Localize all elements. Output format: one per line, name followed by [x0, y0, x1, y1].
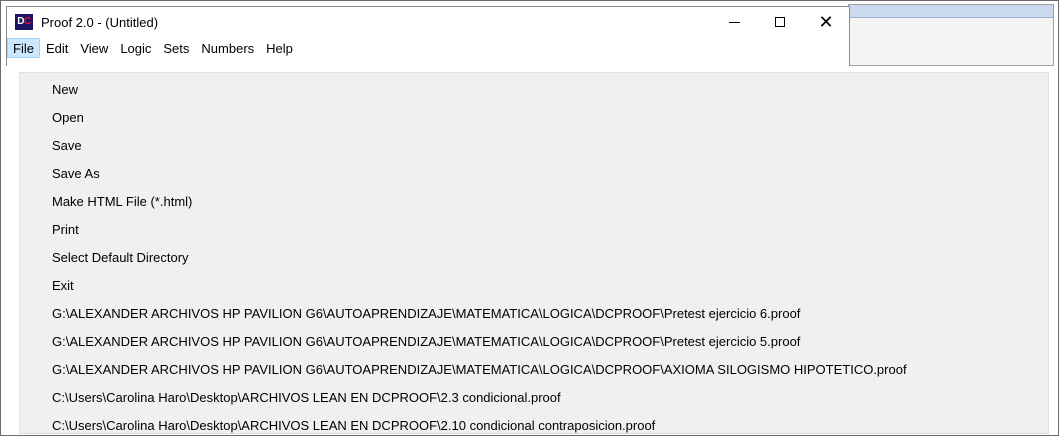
- menu-help[interactable]: Help: [260, 38, 299, 58]
- menu-item-save[interactable]: Save: [52, 131, 82, 159]
- app-window: DC Proof 2.0 - (Untitled) ✕ File Edit Vi…: [6, 6, 850, 66]
- close-button[interactable]: ✕: [803, 7, 849, 37]
- menu-numbers[interactable]: Numbers: [195, 38, 260, 58]
- maximize-icon: [775, 17, 785, 27]
- title-bar[interactable]: DC Proof 2.0 - (Untitled) ✕: [7, 7, 849, 37]
- menu-bar: File Edit View Logic Sets Numbers Help: [7, 37, 849, 59]
- app-icon-letter-d: D: [17, 16, 24, 27]
- menu-sets[interactable]: Sets: [157, 38, 195, 58]
- app-icon-letter-c: C: [24, 16, 31, 27]
- file-menu-dropdown: New Open Save Save As Make HTML File (*.…: [19, 72, 1049, 434]
- recent-file-2[interactable]: G:\ALEXANDER ARCHIVOS HP PAVILION G6\AUT…: [52, 327, 800, 355]
- recent-file-4[interactable]: C:\Users\Carolina Haro\Desktop\ARCHIVOS …: [52, 383, 561, 411]
- app-icon[interactable]: DC: [15, 14, 33, 30]
- minimize-button[interactable]: [711, 7, 757, 37]
- minimize-icon: [728, 21, 740, 23]
- menu-file[interactable]: File: [7, 38, 40, 58]
- close-icon: ✕: [818, 12, 834, 32]
- menu-logic[interactable]: Logic: [114, 38, 157, 58]
- window-title: Proof 2.0 - (Untitled): [41, 14, 159, 30]
- menu-item-new[interactable]: New: [52, 75, 78, 103]
- recent-file-3[interactable]: G:\ALEXANDER ARCHIVOS HP PAVILION G6\AUT…: [52, 355, 907, 383]
- background-window[interactable]: [848, 4, 1054, 66]
- menu-item-print[interactable]: Print: [52, 215, 79, 243]
- menu-item-exit[interactable]: Exit: [52, 271, 74, 299]
- menu-view[interactable]: View: [74, 38, 114, 58]
- recent-file-1[interactable]: G:\ALEXANDER ARCHIVOS HP PAVILION G6\AUT…: [52, 299, 800, 327]
- menu-item-open[interactable]: Open: [52, 103, 84, 131]
- window-controls: ✕: [711, 7, 849, 37]
- menu-item-save-as[interactable]: Save As: [52, 159, 100, 187]
- menu-item-select-default-directory[interactable]: Select Default Directory: [52, 243, 189, 271]
- maximize-button[interactable]: [757, 7, 803, 37]
- background-window-titlebar[interactable]: [849, 5, 1053, 18]
- menu-edit[interactable]: Edit: [40, 38, 74, 58]
- menu-item-make-html[interactable]: Make HTML File (*.html): [52, 187, 192, 215]
- recent-file-5[interactable]: C:\Users\Carolina Haro\Desktop\ARCHIVOS …: [52, 411, 655, 439]
